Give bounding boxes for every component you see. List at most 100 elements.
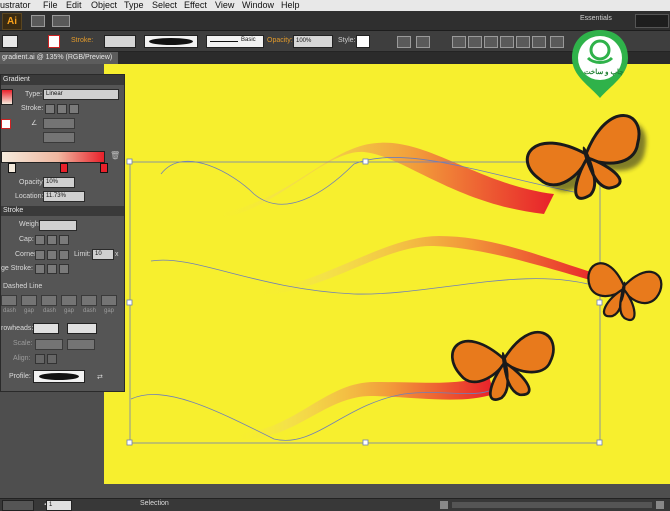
align-stroke-label: ge Stroke: (1, 265, 33, 272)
stroke-across-icon[interactable] (69, 104, 79, 114)
stroke-along-icon[interactable] (57, 104, 67, 114)
align-bottom-icon[interactable] (532, 36, 546, 48)
dash-field-3[interactable] (81, 295, 97, 306)
menu-object[interactable]: Object (91, 0, 117, 11)
align-top-icon[interactable] (500, 36, 514, 48)
angle-field[interactable] (43, 118, 75, 129)
horizontal-scrollbar[interactable] (452, 502, 652, 508)
status-bar: ◀ 1 Selection (0, 498, 670, 511)
gap-field-3[interactable] (101, 295, 117, 306)
gradient-stroke-1[interactable] (214, 142, 554, 219)
profile-select[interactable] (33, 370, 85, 383)
bridge-icon[interactable] (31, 15, 45, 27)
bevel-join-icon[interactable] (59, 250, 69, 260)
fill-swatch[interactable] (2, 35, 18, 48)
miter-join-icon[interactable] (35, 250, 45, 260)
distribute-icon[interactable] (550, 36, 564, 48)
align-middle-icon[interactable] (516, 36, 530, 48)
projecting-cap-icon[interactable] (59, 235, 69, 245)
gap-field-2[interactable] (61, 295, 77, 306)
align-icon[interactable] (416, 36, 430, 48)
scroll-left-icon[interactable] (440, 501, 448, 509)
aspect-ratio-field[interactable] (43, 132, 75, 143)
align-outside-stroke-icon[interactable] (59, 264, 69, 274)
path-2[interactable] (150, 259, 600, 295)
type-label: Type: (25, 91, 43, 98)
arrowhead-start-select[interactable] (33, 323, 59, 334)
zoom-select[interactable] (2, 500, 34, 511)
gradient-stop-mid[interactable] (60, 163, 68, 173)
align-inside-stroke-icon[interactable] (47, 264, 57, 274)
limit-label: Limit: (74, 251, 91, 258)
watermark-logo: چاپ و ساخت (570, 28, 630, 100)
arrow-extend-icon[interactable] (35, 354, 45, 364)
menu-effect[interactable]: Effect (184, 0, 207, 11)
stroke-panel-title[interactable]: Stroke (1, 206, 124, 216)
stroke-weight-field[interactable] (104, 35, 136, 48)
menu-edit[interactable]: Edit (66, 0, 82, 11)
gradient-slider[interactable] (1, 151, 105, 163)
scale-label: Scale: (13, 340, 33, 347)
round-cap-icon[interactable] (47, 235, 57, 245)
gradient-stroke-2[interactable] (254, 236, 604, 296)
menu-help[interactable]: Help (281, 0, 300, 11)
opacity-field[interactable]: 100% (293, 35, 333, 48)
gradient-stop-end[interactable] (100, 163, 108, 173)
workspace-switcher[interactable]: Essentials (580, 15, 612, 22)
opacity-panel-label: Opacity: (19, 179, 45, 186)
fill-stroke-toggle[interactable] (1, 119, 11, 129)
brush-definition-select[interactable]: Basic (206, 35, 264, 48)
stop-opacity-field[interactable]: 10% (43, 177, 75, 188)
dash-field-2[interactable] (41, 295, 57, 306)
align-center-stroke-icon[interactable] (35, 264, 45, 274)
artboard[interactable] (104, 64, 670, 484)
menu-file[interactable]: File (43, 0, 58, 11)
align-center-icon[interactable] (468, 36, 482, 48)
delete-stop-icon[interactable]: 🗑 (110, 151, 120, 160)
stop-location-field[interactable]: 11.73% (43, 191, 85, 202)
location-label: Location: (15, 193, 44, 200)
document-tab[interactable]: gradient.ai @ 135% (RGB/Preview) (0, 52, 119, 64)
stroke-label: Stroke: (71, 37, 94, 44)
menu-select[interactable]: Select (152, 0, 177, 11)
stroke-within-icon[interactable] (45, 104, 55, 114)
artboard-number-field[interactable]: 1 (46, 500, 72, 511)
arrange-documents-icon[interactable] (52, 15, 70, 27)
profile-shape-icon (39, 373, 79, 380)
butt-cap-icon[interactable] (35, 235, 45, 245)
scroll-right-icon[interactable] (656, 501, 664, 509)
gradient-panel-title[interactable]: Gradient (1, 75, 124, 85)
gradient-type-select[interactable]: Linear (43, 89, 119, 100)
arrow-align-label: Align: (13, 355, 31, 362)
arrow-place-icon[interactable] (47, 354, 57, 364)
butterfly-2[interactable] (582, 261, 663, 324)
artwork[interactable] (104, 64, 670, 484)
dash-fields (1, 295, 122, 306)
miter-limit-field[interactable]: 10 (92, 249, 114, 260)
flip-along-icon[interactable]: ⇄ (97, 373, 103, 381)
limit-unit: x (115, 251, 119, 258)
dash-field-1[interactable] (1, 295, 17, 306)
arrow-scale-start-field[interactable] (35, 339, 63, 350)
recolor-artwork-icon[interactable] (397, 36, 411, 48)
arrowheads-label: rowheads: (1, 325, 34, 332)
stroke-swatch[interactable] (48, 35, 60, 48)
round-join-icon[interactable] (47, 250, 57, 260)
gradient-preview-swatch[interactable] (1, 89, 13, 105)
align-right-icon[interactable] (484, 36, 498, 48)
arrow-scale-end-field[interactable] (67, 339, 95, 350)
variable-width-profile-select[interactable] (144, 35, 198, 48)
gradient-stroke-3[interactable] (234, 376, 494, 440)
help-search-input[interactable] (635, 14, 669, 28)
menu-type[interactable]: Type (124, 0, 144, 11)
gap-field-1[interactable] (21, 295, 37, 306)
angle-icon: ∠ (31, 120, 38, 127)
gradient-stop-start[interactable] (8, 163, 16, 173)
menu-window[interactable]: Window (242, 0, 274, 11)
stroke-weight-panel-field[interactable] (39, 220, 77, 231)
graphic-style-swatch[interactable] (356, 35, 370, 48)
menu-view[interactable]: View (215, 0, 234, 11)
arrowhead-end-select[interactable] (67, 323, 97, 334)
align-left-icon[interactable] (452, 36, 466, 48)
gradient-stroke-panel: Gradient Type: Linear Stroke: ∠ 🗑 Opacit… (0, 74, 125, 392)
